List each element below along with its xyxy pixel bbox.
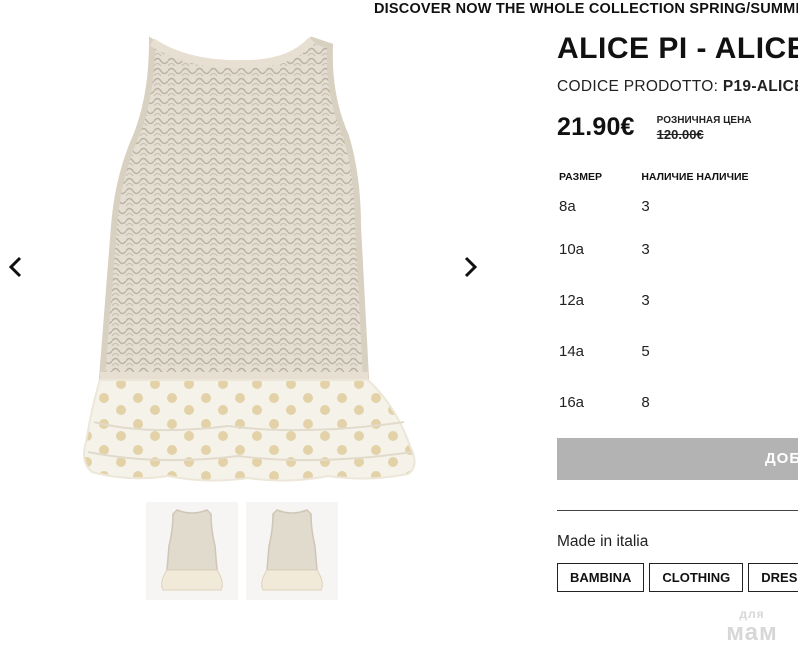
thumbnail-strip: [146, 502, 338, 600]
size-cell: 16a: [559, 394, 585, 411]
size-cell: 12a: [559, 292, 585, 309]
made-in-text: Made in italia: [557, 533, 649, 550]
dress-thumbnail-icon: [261, 509, 323, 591]
previous-image-arrow-icon[interactable]: [4, 252, 28, 282]
price-row: 21.90€ розничная цена 120.00€: [557, 108, 798, 148]
product-gallery: [0, 26, 530, 606]
table-row[interactable]: 8a 3: [559, 188, 798, 224]
qty-cell: 3: [641, 292, 650, 309]
retail-price-block: розничная цена 120.00€: [657, 115, 752, 142]
qty-cell: 8: [641, 394, 650, 411]
product-details: ALICE PI - ALICE CODICE PRODOTTO: P19-AL…: [557, 26, 798, 646]
watermark-bottom-text: мам: [726, 619, 778, 646]
size-cell: 10a: [559, 241, 585, 258]
thumbnail-front[interactable]: [146, 502, 238, 600]
dress-illustration: [83, 36, 416, 482]
tag-list: BAMBINA CLOTHING DRESS: [557, 563, 798, 592]
product-code: CODICE PRODOTTO: P19-ALICE-: [557, 78, 798, 96]
table-row[interactable]: 10a 3: [559, 224, 798, 275]
qty-cell: 5: [641, 343, 650, 360]
divider: [557, 510, 798, 511]
table-row[interactable]: 16a 8: [559, 377, 798, 428]
watermark-logo: для мам: [712, 608, 792, 648]
thumbnail-back[interactable]: [246, 502, 338, 600]
qty-cell: 3: [641, 241, 650, 258]
product-code-label: CODICE PRODOTTO:: [557, 78, 719, 95]
size-stock-table: РАЗМЕР НАЛИЧИЕ НАЛИЧИЕ 8a 3 10a 3 12a 3 …: [559, 166, 798, 428]
product-code-value: P19-ALICE-: [722, 78, 798, 95]
dress-thumbnail-icon: [161, 509, 223, 591]
retail-price-value: 120.00€: [656, 127, 704, 142]
current-price: 21.90€: [557, 113, 635, 141]
size-cell: 14a: [559, 343, 585, 360]
promo-banner[interactable]: DISCOVER NOW THE WHOLE COLLECTION SPRING…: [374, 0, 798, 18]
size-cell: 8a: [559, 197, 576, 215]
retail-price-label: розничная цена: [656, 115, 752, 126]
table-row[interactable]: 12a 3: [559, 275, 798, 326]
availability-column-header: НАЛИЧИЕ НАЛИЧИЕ: [641, 171, 749, 183]
next-image-arrow-icon[interactable]: [458, 252, 482, 282]
main-product-image[interactable]: [28, 26, 458, 500]
size-column-header: РАЗМЕР: [559, 171, 602, 183]
tag-bambina[interactable]: BAMBINA: [557, 563, 645, 592]
qty-cell: 3: [641, 197, 650, 215]
table-row[interactable]: 14a 5: [559, 326, 798, 377]
tag-dress[interactable]: DRESS: [748, 563, 798, 592]
tag-clothing[interactable]: CLOTHING: [649, 563, 744, 592]
product-title: ALICE PI - ALICE: [557, 32, 798, 65]
add-to-cart-button[interactable]: ДОБ: [557, 438, 798, 480]
